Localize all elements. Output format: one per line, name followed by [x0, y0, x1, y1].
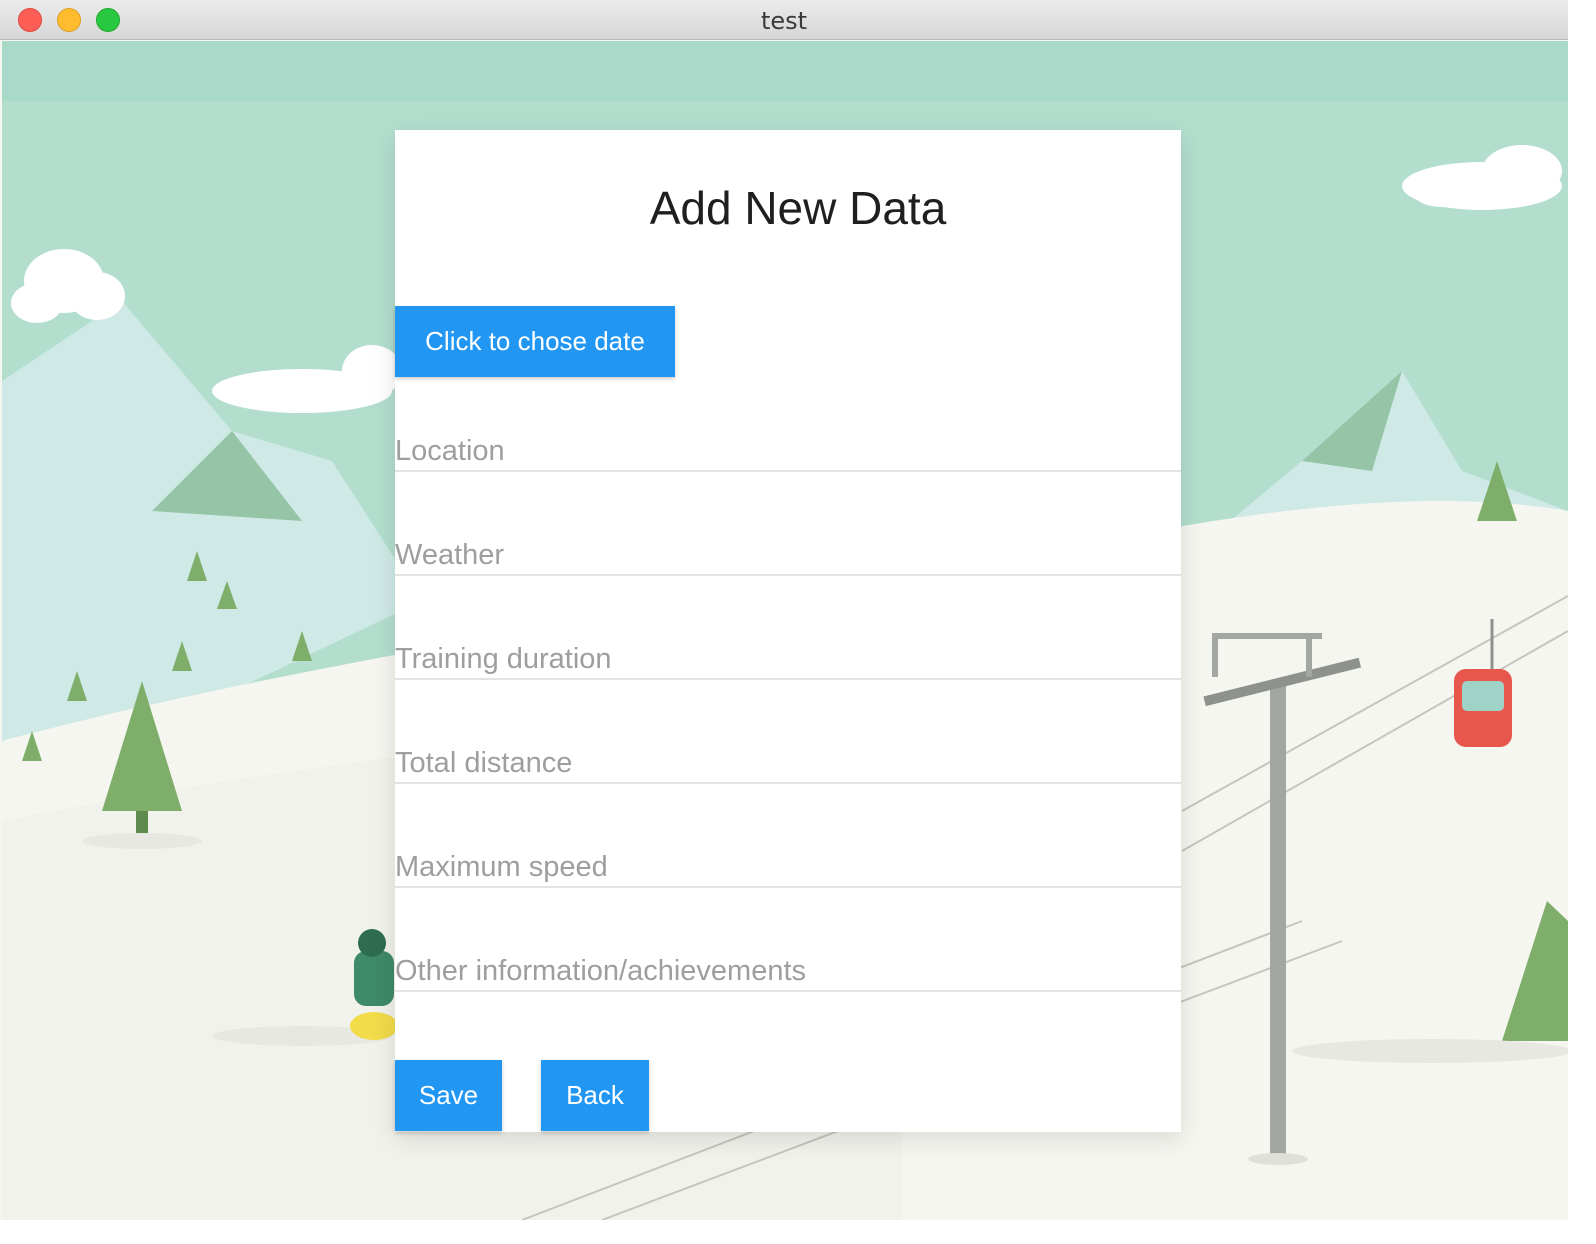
training-duration-input[interactable]	[395, 640, 1181, 680]
location-input[interactable]	[395, 432, 1181, 472]
back-button[interactable]: Back	[541, 1060, 649, 1131]
window-titlebar: test	[0, 0, 1568, 40]
window-edge-bottom	[0, 1220, 1596, 1244]
weather-input[interactable]	[395, 536, 1181, 576]
maximum-speed-input[interactable]	[395, 848, 1181, 888]
other-information-input[interactable]	[395, 952, 1181, 992]
total-distance-input[interactable]	[395, 744, 1181, 784]
page-title: Add New Data	[649, 182, 947, 234]
window-title: test	[760, 7, 808, 35]
save-button[interactable]: Save	[395, 1060, 502, 1131]
choose-date-button[interactable]: Click to chose date	[395, 306, 675, 377]
